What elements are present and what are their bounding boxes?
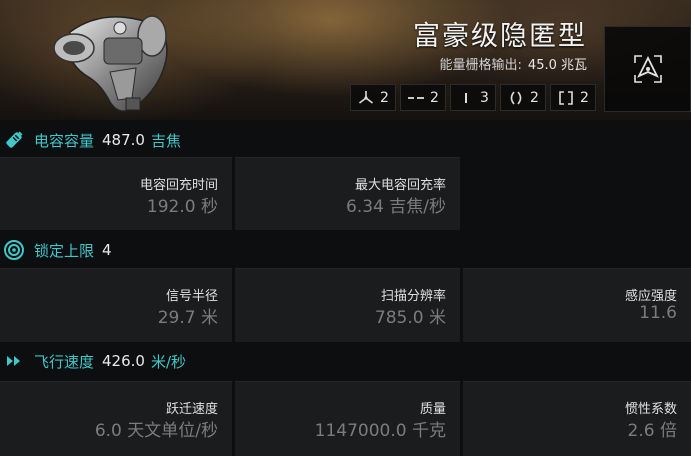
scan-resolution-label: 扫描分辨率	[380, 289, 446, 304]
power-grid-label: 能量栅格输出:	[439, 58, 522, 73]
sensor-strength-cell: 感应强度 11.6	[463, 268, 691, 342]
signature-radius-value: 29.7 米	[157, 308, 218, 328]
signature-radius-label: 信号半径	[165, 289, 218, 304]
slot-layout: 2 2 3 2 2	[350, 84, 596, 111]
capacitor-label: 电容容量	[34, 131, 95, 150]
launcher-hardpoints[interactable]: 2	[400, 84, 446, 111]
turret-hardpoints[interactable]: 2	[350, 84, 396, 111]
navigation-stats: 跃迁速度 6.0 天文单位/秒 质量 1147000.0 千克 惯性系数 2.6…	[0, 381, 691, 456]
recharge-time-value: 192.0 秒	[146, 197, 218, 217]
max-velocity-label: 飞行速度	[34, 352, 95, 371]
velocity-chevrons-icon	[7, 356, 20, 366]
scan-resolution-cell: 扫描分辨率 785.0 米	[235, 268, 460, 342]
mass-cell: 质量 1147000.0 千克	[235, 381, 460, 456]
recharge-time-label: 电容回充时间	[139, 178, 218, 193]
mass-value: 1147000.0 千克	[314, 421, 446, 441]
locked-targets-value: 4	[102, 241, 112, 259]
high-slot-icon	[465, 92, 468, 103]
mid-slots[interactable]: 2	[500, 84, 546, 111]
power-grid-output: 能量栅格输出: 45.0 兆瓦	[440, 54, 587, 73]
turret-hardpoints-count: 2	[380, 89, 389, 106]
warp-speed-cell: 跃迁速度 6.0 天文单位/秒	[0, 381, 232, 456]
power-grid-value: 45.0 兆瓦	[527, 58, 587, 73]
capacitor-battery-icon	[6, 131, 23, 148]
low-slots[interactable]: 2	[550, 84, 596, 111]
warp-speed-label: 跃迁速度	[165, 402, 218, 417]
capacitor-stats: 电容回充时间 192.0 秒 最大电容回充率 6.34 吉焦/秒	[0, 157, 691, 230]
recharge-time-cell: 电容回充时间 192.0 秒	[0, 157, 232, 230]
max-recharge-rate-cell: 最大电容回充率 6.34 吉焦/秒	[235, 157, 460, 230]
capacitor-unit: 吉焦	[150, 131, 181, 150]
max-recharge-rate-value: 6.34 吉焦/秒	[346, 197, 446, 217]
ship-render-image	[53, 15, 168, 112]
high-slots[interactable]: 3	[450, 84, 496, 111]
capacitor-section-header: 电容容量 487.0 吉焦	[0, 128, 181, 152]
mass-label: 质量	[419, 402, 446, 417]
ship-name: 富豪级隐匿型	[413, 21, 587, 52]
locked-targets-label: 锁定上限	[34, 241, 95, 260]
warp-speed-value: 6.0 天文单位/秒	[94, 421, 218, 441]
ship-header: 富豪级隐匿型 能量栅格输出: 45.0 兆瓦 2 2 3 2 2	[0, 0, 691, 120]
inertia-value: 2.6 倍	[627, 421, 677, 441]
signature-radius-cell: 信号半径 29.7 米	[0, 268, 232, 342]
inertia-label: 惯性系数	[624, 402, 677, 417]
launcher-hardpoint-icon	[408, 96, 425, 99]
ship-info-button[interactable]	[604, 26, 691, 112]
mid-slot-icon	[510, 90, 522, 105]
turret-hardpoint-icon	[359, 90, 374, 104]
low-slots-count: 2	[580, 89, 589, 106]
navigation-section-header: 飞行速度 426.0 米/秒	[0, 349, 186, 373]
high-slots-count: 3	[480, 89, 489, 106]
targeting-stats: 信号半径 29.7 米 扫描分辨率 785.0 米 感应强度 11.6	[0, 268, 691, 342]
targeting-section-header: 锁定上限 4	[0, 238, 112, 262]
sensor-strength-value: 11.6	[639, 303, 677, 323]
max-velocity-value: 426.0	[102, 352, 145, 370]
inertia-cell: 惯性系数 2.6 倍	[463, 381, 691, 456]
max-recharge-rate-label: 最大电容回充率	[354, 178, 446, 193]
capacitor-value: 487.0	[102, 131, 145, 149]
low-slot-icon	[559, 90, 573, 105]
launcher-hardpoints-count: 2	[430, 89, 439, 106]
sensor-strength-label: 感应强度	[624, 289, 677, 304]
ship-target-icon	[633, 55, 662, 83]
mid-slots-count: 2	[530, 89, 539, 106]
max-velocity-unit: 米/秒	[150, 352, 187, 371]
scan-resolution-value: 785.0 米	[374, 308, 446, 328]
target-lock-icon	[4, 240, 24, 260]
